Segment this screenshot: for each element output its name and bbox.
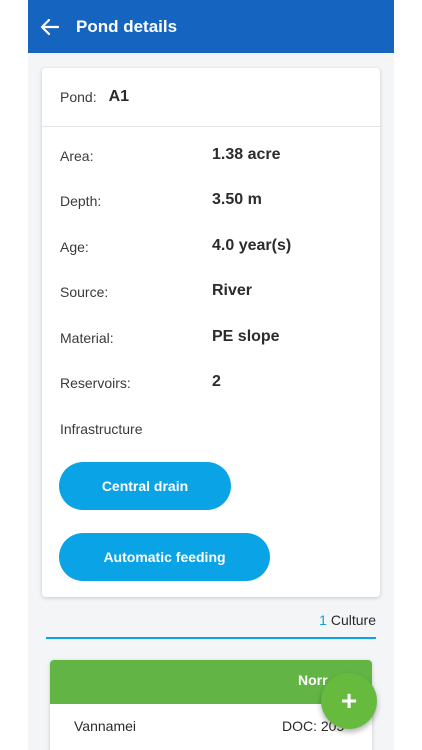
detail-label: Depth: (60, 193, 102, 210)
detail-row-depth: Depth: 3.50 m (60, 189, 370, 234)
detail-value: 2 (212, 372, 221, 390)
culture-status: Norr (298, 672, 328, 688)
detail-value: River (212, 282, 253, 300)
detail-label: Area: (60, 148, 94, 164)
automatic-feeding-chip[interactable]: Automatic feeding (59, 533, 270, 581)
app-screen: Pond details Pond: A1 Area: 1.38 acre De… (28, 0, 394, 750)
pond-label: Pond: (60, 89, 97, 105)
add-button[interactable]: + (321, 673, 377, 729)
back-button[interactable] (28, 0, 72, 53)
culture-tab[interactable]: 1 Culture (46, 612, 376, 639)
infrastructure-label: Infrastructure (60, 421, 143, 437)
detail-value: PE slope (212, 327, 280, 345)
detail-label: Reservoirs: (60, 374, 131, 391)
details-list: Area: 1.38 acre Depth: 3.50 m Age: 4.0 y… (60, 144, 370, 416)
app-bar: Pond details (28, 0, 394, 53)
detail-value: 4.0 year(s) (212, 236, 292, 254)
culture-species: Vannamei (74, 718, 137, 734)
detail-row-area: Area: 1.38 acre (60, 144, 370, 189)
culture-label: Culture (330, 612, 376, 628)
detail-label: Age: (60, 238, 89, 255)
culture-count: 1 (319, 612, 327, 628)
detail-label: Source: (60, 284, 109, 301)
detail-value: 1.38 acre (212, 146, 281, 163)
pond-value: A1 (108, 88, 130, 105)
detail-row-age: Age: 4.0 year(s) (60, 235, 370, 280)
detail-row-source: Source: River (60, 280, 370, 325)
pond-details-card: Pond: A1 Area: 1.38 acre Depth: 3.50 m A… (42, 68, 380, 597)
plus-icon: + (340, 685, 358, 716)
page-title: Pond details (76, 16, 178, 36)
detail-row-reservoirs: Reservoirs: 2 (60, 371, 370, 416)
central-drain-chip[interactable]: Central drain (59, 462, 231, 510)
detail-value: 3.50 m (212, 191, 262, 209)
arrow-left-icon (40, 18, 60, 35)
detail-label: Material: (60, 329, 114, 346)
detail-row-material: Material: PE slope (60, 326, 370, 371)
pond-row: Pond: A1 (42, 68, 380, 127)
